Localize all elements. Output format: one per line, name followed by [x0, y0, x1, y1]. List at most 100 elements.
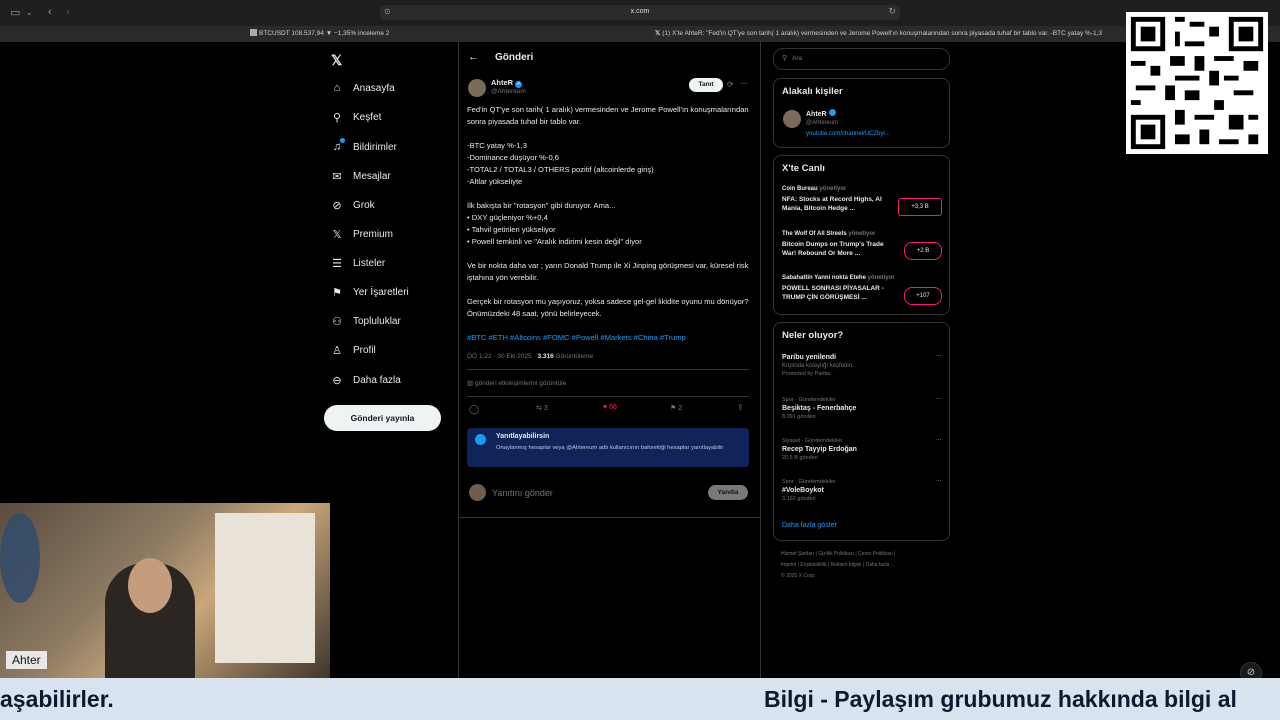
- address-bar[interactable]: ⊙ x.com ↻: [380, 5, 900, 20]
- reply-input[interactable]: Yanıtını gönder: [492, 488, 553, 498]
- footer-line[interactable]: Imprint | Erişilebilirlik | Reklam bilgi…: [781, 560, 946, 571]
- nav-item-grok[interactable]: ⊘ Grok: [330, 194, 374, 216]
- related-link[interactable]: youtube.com/channel/UCZbyi...: [806, 131, 890, 137]
- search-placeholder: Ara: [792, 55, 803, 62]
- bell-icon: ♫: [330, 138, 345, 154]
- verified-badge-icon: [828, 109, 836, 116]
- live-title: NFA: Stocks at Record Highs, AI Mania, B…: [782, 196, 882, 212]
- nav-item-notifications[interactable]: ♫ Bildirimler: [330, 136, 397, 158]
- live-space[interactable]: The Wolf Of All Streets yönetiyor Bitcoi…: [782, 231, 942, 260]
- tab-btcusdt[interactable]: BTCUSDT 108.537,94 ▼ −1,35% inceleme 2: [250, 29, 389, 37]
- engagements-label: gönderi etkileşimlerini görüntüle: [474, 380, 567, 387]
- x-logo-icon[interactable]: 𝕏: [331, 52, 342, 69]
- more-circle-icon: ⊖: [332, 374, 342, 387]
- live-host-row: The Wolf Of All Streets yönetiyor: [782, 231, 942, 237]
- ticker-text-left: aşabilirler.: [0, 686, 114, 712]
- trends-card: Neler oluyor? Paribu yenilendi Kriptoda …: [773, 322, 950, 541]
- trend-item[interactable]: Siyaset · Gündemdekiler Recep Tayyip Erd…: [782, 436, 942, 461]
- live-space[interactable]: Coin Bureau yönetiyor NFA: Stocks at Rec…: [782, 186, 942, 216]
- url-text: x.com: [630, 8, 650, 15]
- x-icon: 𝕏: [332, 228, 342, 241]
- ticker-text-right: Bilgi - Paylaşım grubumuz hakkında bilgi…: [764, 686, 1237, 712]
- nav-label: Listeler: [353, 257, 386, 269]
- author-name[interactable]: AhteR: [491, 78, 513, 87]
- search-icon: ⚲: [332, 111, 342, 124]
- bookmark-icon: ⚑: [670, 405, 679, 412]
- sidebar-toggle-icon[interactable]: ▭: [10, 6, 20, 19]
- show-more-link[interactable]: Daha fazla göster: [782, 522, 837, 529]
- trend-title: Paribu yenilendi: [782, 354, 837, 361]
- grok-explain-icon[interactable]: ⟳: [727, 80, 734, 89]
- search-input[interactable]: ⚲ Ara: [773, 48, 950, 70]
- reload-icon[interactable]: ↻: [888, 6, 896, 17]
- tab-label: BTCUSDT 108.537,94 ▼ −1,35% inceleme 2: [259, 30, 390, 37]
- trend-item[interactable]: Spor · Gündemdekiler Beşiktaş - Fenerbah…: [782, 395, 942, 420]
- post-paragraph: İlk bakışta bir "rotasyon" gibi duruyor.…: [467, 201, 642, 246]
- nav-item-more[interactable]: ⊖ Daha fazla: [330, 369, 401, 391]
- webcam-overlay: Ahter: [0, 503, 330, 678]
- nav-item-explore[interactable]: ⚲ Keşfet: [330, 106, 381, 128]
- more-options-icon[interactable]: ⋯: [740, 79, 748, 88]
- post-button[interactable]: Gönderi yayınla: [324, 405, 441, 431]
- avatar[interactable]: [783, 110, 801, 128]
- browser-toolbar: ▭ ⌄ ‹ › ⊙ x.com ↻: [0, 0, 1280, 26]
- chevron-down-icon[interactable]: ⌄: [26, 8, 33, 17]
- nav-item-communities[interactable]: ⚇ Topluluklar: [330, 310, 401, 332]
- nav-label: Keşfet: [353, 111, 382, 123]
- like-action[interactable]: ♥ 66: [603, 404, 617, 411]
- card-title: Neler oluyor?: [782, 330, 844, 341]
- nav-label: Profil: [353, 344, 376, 356]
- back-icon[interactable]: ‹: [48, 6, 52, 18]
- nav-item-lists[interactable]: ☰ Listeler: [330, 252, 385, 274]
- more-options-icon[interactable]: ⋯: [935, 352, 942, 360]
- nav-label: Anasayfa: [353, 82, 395, 94]
- tab-x-post[interactable]: 𝕏 (1) X'te AhteR: "Fed'in QT'ye son tarih…: [655, 29, 1125, 37]
- nav-item-home[interactable]: ⌂ Anasayfa: [330, 77, 395, 99]
- nav-item-premium[interactable]: 𝕏 Premium: [330, 223, 393, 245]
- live-host-row: Coin Bureau yönetiyor: [782, 186, 942, 192]
- footer-line[interactable]: Hizmet Şartları | Gizlilik Politikası | …: [781, 549, 946, 560]
- engagements-link[interactable]: ▥ gönderi etkileşimlerini görüntüle: [467, 379, 566, 387]
- nav-item-bookmarks[interactable]: ⚑ Yer İşaretleri: [330, 281, 409, 303]
- bookmark-icon: ⚑: [332, 286, 342, 299]
- post-paragraph: Fed'in QT'ye son tarih( 1 aralık) vermes…: [467, 105, 749, 126]
- reply-button[interactable]: Yanıtla: [708, 485, 748, 500]
- bookmark-action[interactable]: ⚑ 2: [670, 404, 682, 412]
- trend-sub: 3.192 gönderi: [782, 496, 816, 502]
- trend-sub: Kriptoda kolaylığı keşfedin.: [782, 363, 854, 369]
- x-favicon-icon: 𝕏: [655, 30, 661, 37]
- avatar[interactable]: [468, 79, 486, 97]
- avatar: [469, 484, 486, 501]
- trend-item[interactable]: Paribu yenilendi Kriptoda kolaylığı keşf…: [782, 352, 942, 377]
- live-role: yönetiyor: [848, 231, 876, 237]
- reply-icon[interactable]: ◯: [469, 404, 479, 415]
- nav-item-profile[interactable]: ♙ Profil: [330, 339, 376, 361]
- author-handle[interactable]: @Ahtereum: [491, 88, 526, 95]
- tab-label: (1) X'te AhteR: "Fed'in QT'ye son tarih(…: [662, 30, 1102, 37]
- nav-item-messages[interactable]: ✉ Mesajlar: [330, 165, 391, 187]
- author-row[interactable]: AhteR ✓: [491, 78, 523, 88]
- forward-icon[interactable]: ›: [66, 6, 70, 18]
- related-name-row[interactable]: AhteR: [806, 109, 836, 118]
- qr-code: [1126, 12, 1268, 154]
- post-meta: ÖÖ 1:22 · 30 Eki 2025 · 3.316 Görüntülem…: [467, 353, 593, 360]
- hashtags[interactable]: #BTC #ETH #Altcoins #FOMC #Powell #Marke…: [467, 332, 752, 344]
- more-options-icon[interactable]: ⋯: [935, 477, 942, 485]
- back-arrow-icon[interactable]: ←: [468, 51, 479, 63]
- trend-item[interactable]: Spor · Gündemdekiler #VoleBoykot 3.192 g…: [782, 477, 942, 502]
- retweet-action[interactable]: ⇆ 3: [536, 404, 548, 412]
- live-space[interactable]: Sabahattin Yanni nokta Etehe yönetiyor P…: [782, 275, 942, 305]
- post-time[interactable]: ÖÖ 1:22 · 30 Eki 2025 ·: [467, 353, 537, 360]
- globe-decoration: [0, 513, 40, 603]
- nav-label: Mesajlar: [353, 170, 391, 182]
- bookshelf: [215, 513, 315, 663]
- more-options-icon[interactable]: ⋯: [935, 436, 942, 444]
- promote-button[interactable]: Tanıt: [689, 78, 723, 92]
- live-listeners: +3,3 B: [898, 198, 942, 216]
- post-paragraph: Gerçek bir rotasyon mu yaşıyoruz, yoksa …: [467, 297, 749, 318]
- nav-label: Daha fazla: [353, 374, 401, 386]
- more-options-icon[interactable]: ⋯: [935, 395, 942, 403]
- share-icon[interactable]: ⇪: [737, 403, 744, 412]
- divider: [467, 396, 749, 397]
- divider: [459, 517, 760, 518]
